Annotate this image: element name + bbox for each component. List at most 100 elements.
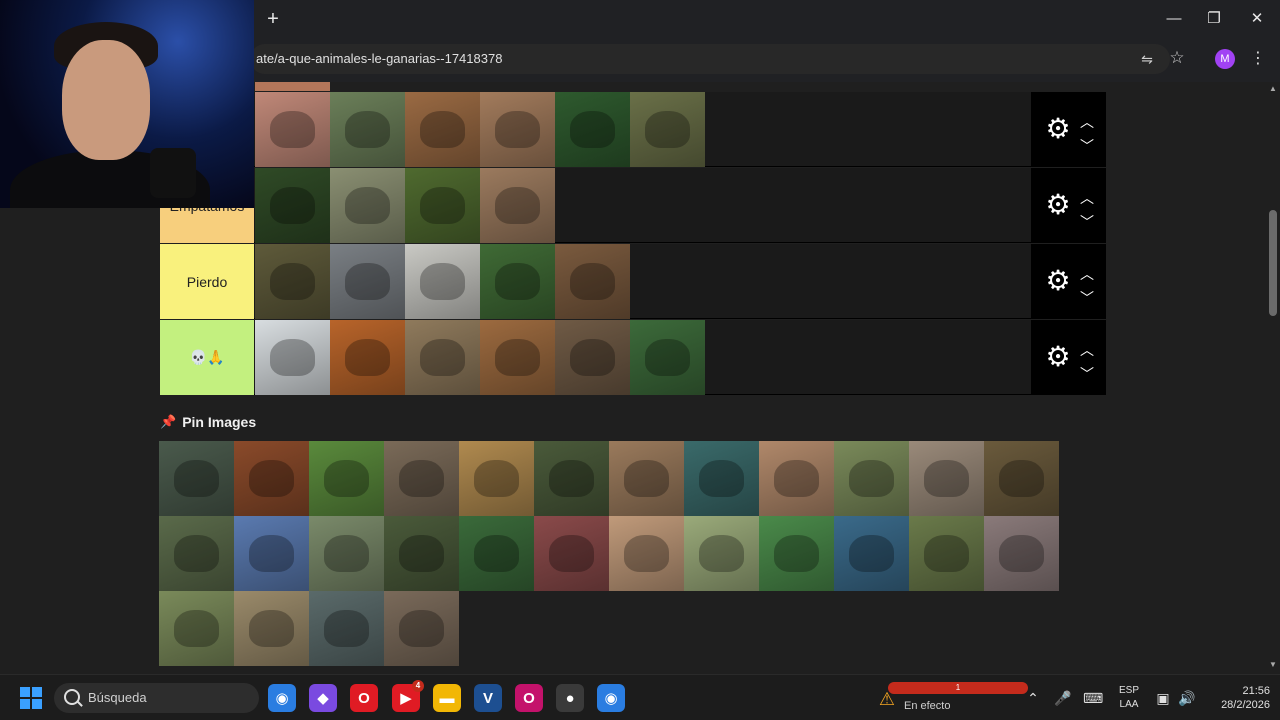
animal-tile[interactable] bbox=[480, 168, 555, 243]
pin-image[interactable] bbox=[834, 441, 909, 516]
animal-tile[interactable] bbox=[255, 168, 330, 243]
address-bar[interactable]: ate/a-que-animales-le-ganarias--17418378… bbox=[250, 44, 1185, 74]
minimize-button[interactable]: — bbox=[1163, 8, 1185, 30]
animal-tile[interactable] bbox=[405, 92, 480, 167]
pin-image[interactable] bbox=[234, 441, 309, 516]
animal-tile[interactable] bbox=[480, 320, 555, 395]
animal-tile[interactable] bbox=[630, 320, 705, 395]
animal-tile[interactable] bbox=[255, 92, 330, 167]
animal-tile[interactable] bbox=[480, 244, 555, 319]
gear-icon[interactable]: ⚙ bbox=[1043, 190, 1073, 220]
animal-tile[interactable] bbox=[330, 168, 405, 243]
language-indicator[interactable]: ESP LAA bbox=[1114, 684, 1144, 712]
pin-image[interactable] bbox=[459, 516, 534, 591]
opera-icon[interactable]: O bbox=[350, 684, 378, 712]
pin-image[interactable] bbox=[309, 516, 384, 591]
volume-icon[interactable]: 🔊 bbox=[1177, 687, 1197, 709]
chrome-profile-icon[interactable]: ◉ bbox=[597, 684, 625, 712]
pin-image[interactable] bbox=[159, 516, 234, 591]
animal-tile[interactable] bbox=[630, 92, 705, 167]
animal-tile[interactable] bbox=[555, 92, 630, 167]
chrome-icon[interactable]: ◉ bbox=[268, 684, 296, 712]
close-button[interactable]: ✕ bbox=[1246, 8, 1268, 30]
pin-image[interactable] bbox=[834, 516, 909, 591]
pin-image[interactable] bbox=[909, 441, 984, 516]
pin-image[interactable] bbox=[309, 441, 384, 516]
chevron-up-icon[interactable]: ︿ bbox=[1077, 266, 1097, 282]
microphone-icon[interactable]: 🎤 bbox=[1053, 687, 1073, 709]
copilot-icon[interactable]: ◆ bbox=[309, 684, 337, 712]
tier-controls: ⚙ ︿ ﹀ bbox=[1031, 168, 1106, 243]
profile-avatar[interactable]: M bbox=[1215, 49, 1235, 69]
chevron-down-icon[interactable]: ﹀ bbox=[1077, 138, 1097, 154]
gear-icon[interactable]: ⚙ bbox=[1043, 114, 1073, 144]
notification-subtitle: En efecto bbox=[904, 700, 951, 712]
clock[interactable]: 21:56 28/2/2026 bbox=[1200, 684, 1270, 712]
chevron-up-icon[interactable]: ⌃ bbox=[1023, 687, 1043, 709]
chevron-down-icon[interactable]: ﹀ bbox=[1077, 366, 1097, 382]
youtube-icon[interactable]: ▶ 4 bbox=[392, 680, 424, 712]
animal-tile[interactable] bbox=[480, 92, 555, 167]
animal-tile[interactable] bbox=[255, 244, 330, 319]
touch-keyboard-icon[interactable]: ⌨ bbox=[1083, 687, 1103, 709]
tier-label[interactable]: 💀🙏 bbox=[160, 320, 254, 395]
scroll-thumb[interactable] bbox=[1269, 210, 1277, 316]
chevron-down-icon[interactable]: ﹀ bbox=[1077, 290, 1097, 306]
chevron-up-icon[interactable]: ︿ bbox=[1077, 190, 1097, 206]
animal-tile[interactable] bbox=[255, 320, 330, 395]
pin-image[interactable] bbox=[609, 441, 684, 516]
translate-icon[interactable]: ⇋ bbox=[1138, 50, 1156, 68]
pin-image[interactable] bbox=[309, 591, 384, 666]
browser-menu-icon[interactable]: ⋮ bbox=[1250, 48, 1266, 70]
animal-tile[interactable] bbox=[405, 320, 480, 395]
restore-button[interactable]: ❐ bbox=[1203, 8, 1225, 30]
pin-image[interactable] bbox=[984, 441, 1059, 516]
pin-image[interactable] bbox=[159, 441, 234, 516]
tier-row-partial bbox=[255, 82, 330, 91]
pin-image[interactable] bbox=[684, 516, 759, 591]
animal-tile[interactable] bbox=[555, 320, 630, 395]
taskbar-search[interactable]: Búsqueda bbox=[54, 683, 259, 713]
new-tab-button[interactable]: + bbox=[262, 8, 284, 30]
page-scrollbar[interactable]: ▲ ▼ bbox=[1266, 82, 1280, 674]
animal-tile[interactable] bbox=[405, 168, 480, 243]
url-text[interactable]: ate/a-que-animales-le-ganarias--17418378 bbox=[256, 51, 502, 66]
pin-image[interactable] bbox=[234, 591, 309, 666]
chevron-down-icon[interactable]: ﹀ bbox=[1077, 214, 1097, 230]
notification-widget[interactable]: ⚠ Advertencia de t... En efecto 1 bbox=[874, 680, 1028, 716]
network-icon[interactable]: ▣ bbox=[1153, 687, 1173, 709]
chevron-up-icon[interactable]: ︿ bbox=[1077, 114, 1097, 130]
start-button[interactable] bbox=[20, 687, 42, 709]
windows-logo-pane bbox=[32, 687, 42, 697]
animal-tile[interactable] bbox=[555, 244, 630, 319]
tier-label[interactable]: Pierdo bbox=[160, 244, 254, 319]
pin-image[interactable] bbox=[234, 516, 309, 591]
scroll-up-arrow[interactable]: ▲ bbox=[1268, 84, 1278, 94]
pin-image[interactable] bbox=[684, 441, 759, 516]
gear-icon[interactable]: ⚙ bbox=[1043, 342, 1073, 372]
pin-image[interactable] bbox=[459, 441, 534, 516]
bookmark-star-icon[interactable]: ☆ bbox=[1168, 49, 1186, 67]
animal-tile[interactable] bbox=[330, 244, 405, 319]
pin-image[interactable] bbox=[609, 516, 684, 591]
animal-tile[interactable] bbox=[330, 320, 405, 395]
file-explorer-icon[interactable]: ▬ bbox=[433, 684, 461, 712]
pin-image[interactable] bbox=[384, 441, 459, 516]
chevron-up-icon[interactable]: ︿ bbox=[1077, 342, 1097, 358]
pin-image[interactable] bbox=[159, 591, 234, 666]
pin-image[interactable] bbox=[909, 516, 984, 591]
pin-image[interactable] bbox=[534, 516, 609, 591]
gear-icon[interactable]: ⚙ bbox=[1043, 266, 1073, 296]
animal-tile[interactable] bbox=[330, 92, 405, 167]
pin-image[interactable] bbox=[534, 441, 609, 516]
animal-tile[interactable] bbox=[405, 244, 480, 319]
pin-image[interactable] bbox=[384, 516, 459, 591]
vegas-icon[interactable]: V bbox=[474, 684, 502, 712]
pin-image[interactable] bbox=[984, 516, 1059, 591]
obs-icon[interactable]: ● bbox=[556, 684, 584, 712]
opera-gx-icon[interactable]: O bbox=[515, 684, 543, 712]
scroll-down-arrow[interactable]: ▼ bbox=[1268, 660, 1278, 670]
pin-image[interactable] bbox=[759, 516, 834, 591]
pin-image[interactable] bbox=[384, 591, 459, 666]
pin-image[interactable] bbox=[759, 441, 834, 516]
